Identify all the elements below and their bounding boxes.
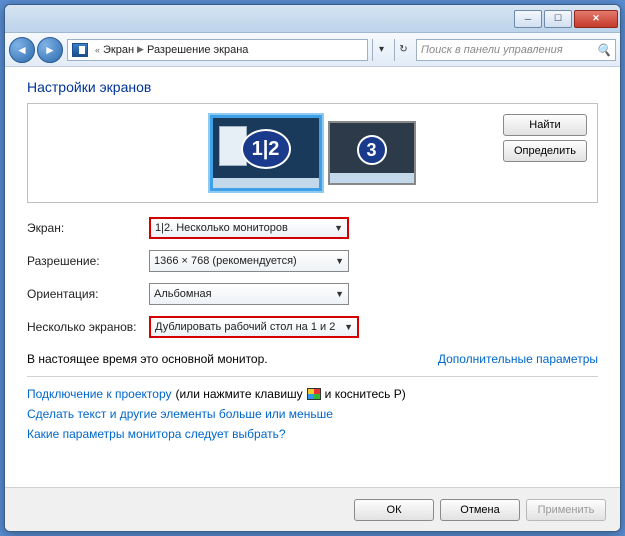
search-placeholder: Поиск в панели управления (421, 44, 563, 56)
multi-select[interactable]: Дублировать рабочий стол на 1 и 2 ▼ (149, 316, 359, 338)
breadcrumb-sep: ▶ (137, 44, 144, 55)
windows-key-icon (307, 388, 321, 400)
monitor-number-12: 1|2 (241, 129, 291, 169)
orientation-select-value: Альбомная (154, 288, 212, 300)
monitor-taskbar (330, 173, 414, 183)
content-area: Настройки экранов 1|2 3 Найти Определить… (5, 67, 620, 487)
maximize-button[interactable]: ☐ (544, 10, 572, 28)
multi-label: Несколько экранов: (27, 320, 149, 334)
chevron-down-icon: ▼ (334, 223, 343, 233)
monitor-number-3: 3 (357, 135, 387, 165)
navbar: ◄ ► « Экран ▶ Разрешение экрана ▾ ↻ Поис… (5, 33, 620, 67)
nav-buttons: ◄ ► (9, 37, 63, 63)
cancel-button[interactable]: Отмена (440, 499, 520, 521)
projector-tail2: и коснитесь P) (325, 387, 406, 401)
breadcrumb-sep: « (95, 45, 100, 55)
primary-monitor-text: В настоящее время это основной монитор. (27, 352, 268, 366)
monitor-3[interactable]: 3 (328, 121, 416, 185)
monitor-taskbar (213, 178, 319, 188)
resolution-select-value: 1366 × 768 (рекомендуется) (154, 255, 297, 267)
links-block: Подключение к проектору (или нажмите кла… (27, 387, 598, 441)
resolution-select[interactable]: 1366 × 768 (рекомендуется) ▼ (149, 250, 349, 272)
chevron-down-icon: ▼ (344, 322, 353, 332)
window: ─ ☐ ✕ ◄ ► « Экран ▶ Разрешение экрана ▾ … (4, 4, 621, 532)
detect-button[interactable]: Определить (503, 140, 587, 162)
resolution-label: Разрешение: (27, 254, 149, 268)
forward-button[interactable]: ► (37, 37, 63, 63)
search-input[interactable]: Поиск в панели управления 🔍 (416, 39, 616, 61)
minimize-button[interactable]: ─ (514, 10, 542, 28)
projector-link[interactable]: Подключение к проектору (27, 387, 172, 401)
back-button[interactable]: ◄ (9, 37, 35, 63)
divider (27, 376, 598, 377)
footer: ОК Отмена Применить (5, 487, 620, 531)
refresh-button[interactable]: ↻ (394, 39, 412, 61)
ok-button[interactable]: ОК (354, 499, 434, 521)
search-icon: 🔍 (596, 43, 611, 57)
titlebar: ─ ☐ ✕ (5, 5, 620, 33)
monitors-group: 1|2 3 (210, 115, 416, 191)
page-title: Настройки экранов (27, 79, 598, 95)
monitors-panel: 1|2 3 Найти Определить (27, 103, 598, 203)
display-icon (72, 43, 88, 57)
settings-form: Экран: 1|2. Несколько мониторов ▼ Разреш… (27, 217, 598, 338)
orientation-label: Ориентация: (27, 287, 149, 301)
breadcrumb-2[interactable]: Разрешение экрана (147, 44, 248, 56)
close-button[interactable]: ✕ (574, 10, 618, 28)
screen-label: Экран: (27, 221, 149, 235)
status-line: В настоящее время это основной монитор. … (27, 352, 598, 366)
address-bar[interactable]: « Экран ▶ Разрешение экрана (67, 39, 368, 61)
apply-button[interactable]: Применить (526, 499, 606, 521)
monitor-1-2[interactable]: 1|2 (210, 115, 322, 191)
which-params-link[interactable]: Какие параметры монитора следует выбрать… (27, 427, 598, 441)
find-button[interactable]: Найти (503, 114, 587, 136)
breadcrumb-1[interactable]: Экран (103, 44, 134, 56)
chevron-down-icon: ▼ (335, 289, 344, 299)
text-size-link[interactable]: Сделать текст и другие элементы больше и… (27, 407, 598, 421)
address-dropdown[interactable]: ▾ (372, 39, 390, 61)
projector-tail1: (или нажмите клавишу (176, 387, 303, 401)
orientation-select[interactable]: Альбомная ▼ (149, 283, 349, 305)
multi-select-value: Дублировать рабочий стол на 1 и 2 (155, 321, 335, 333)
projector-row: Подключение к проектору (или нажмите кла… (27, 387, 598, 401)
monitor-side-buttons: Найти Определить (503, 114, 587, 162)
screen-select-value: 1|2. Несколько мониторов (155, 222, 288, 234)
chevron-down-icon: ▼ (335, 256, 344, 266)
advanced-settings-link[interactable]: Дополнительные параметры (438, 352, 598, 366)
screen-select[interactable]: 1|2. Несколько мониторов ▼ (149, 217, 349, 239)
